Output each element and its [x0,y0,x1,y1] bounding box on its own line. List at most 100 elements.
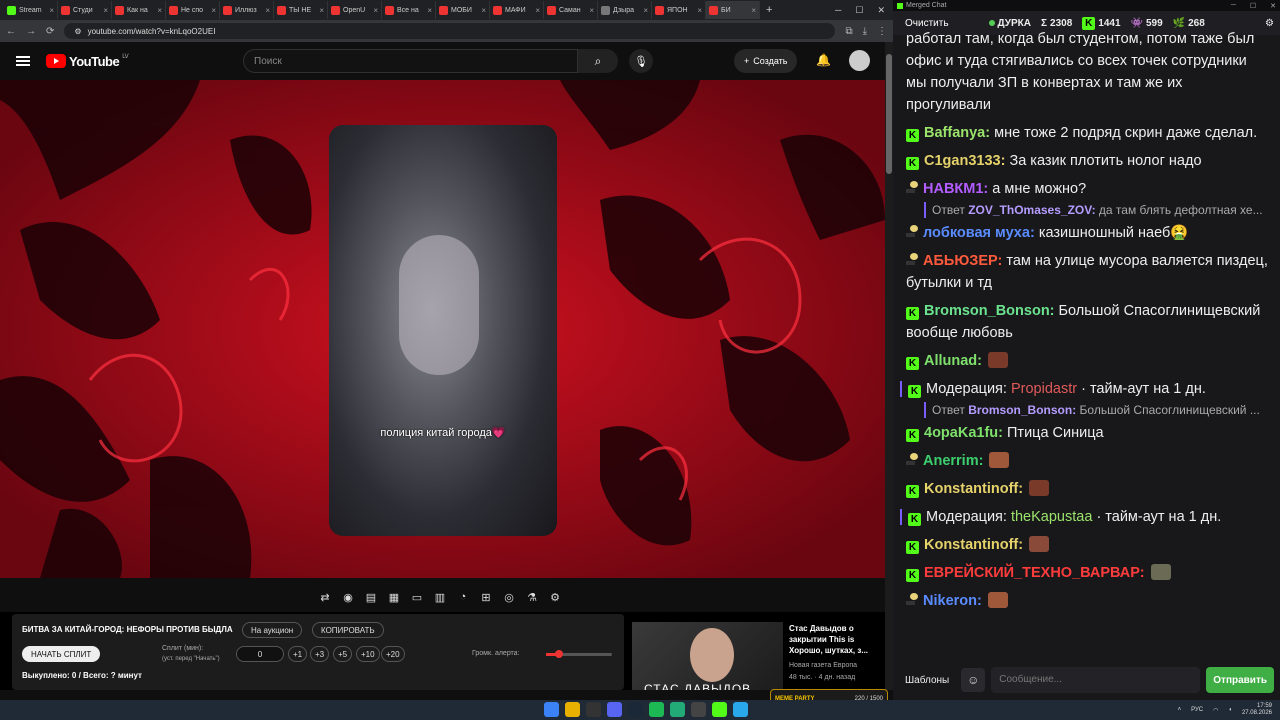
chrome-icon[interactable] [565,702,580,717]
steam-icon[interactable] [628,702,643,717]
browser-tab[interactable]: Иллюз × [220,1,274,19]
chat-nick[interactable]: лобковая муха: [923,225,1035,241]
browser-tab[interactable]: БИ × [706,1,760,19]
maximize-icon[interactable]: ☐ [855,5,863,16]
tab-close-icon[interactable]: × [211,6,216,15]
download-icon[interactable]: ⤓ [863,26,867,37]
obs-icon[interactable] [586,702,601,717]
back-icon[interactable]: ← [6,26,16,37]
start-split-button[interactable]: НАЧАТЬ СПЛИТ [22,646,101,662]
scrollbar-thumb[interactable] [886,54,892,174]
templates-button[interactable]: Шаблоны [899,671,955,690]
chat-nick[interactable]: АБЬЮЗЕР: [923,253,1002,269]
notifications-bell-icon[interactable]: 🔔 [816,53,831,67]
page-scrollbar[interactable] [885,42,893,690]
new-tab-button[interactable]: + [766,4,772,16]
language-indicator[interactable]: РУС [1191,707,1203,713]
browser-tab[interactable]: Stream × [4,1,58,19]
recommended-thumbnail[interactable]: СТАС ДАВЫДОВ [632,622,783,690]
speed-icon[interactable]: ◔ [454,591,472,603]
clock[interactable]: 17:59 27.08.2026 [1242,703,1272,717]
chat-maximize-icon[interactable]: ☐ [1250,2,1256,10]
copy-button[interactable]: КОПИРОВАТЬ [312,622,384,638]
auction-button[interactable]: На аукцион [242,622,303,638]
microphone-icon[interactable]: 🎙 [629,49,653,73]
chat-nick[interactable]: Konstantinoff: [924,481,1023,497]
loop-icon[interactable]: ⇄ [316,591,334,604]
site-info-icon[interactable]: ⚙ [74,27,81,36]
split-increment-button[interactable]: +1 [288,646,308,662]
browser-tab[interactable]: Студи × [58,1,112,19]
reload-icon[interactable]: ⟳ [46,26,54,37]
reply-nick[interactable]: ZOV_ThOmases_ZOV: [968,203,1095,217]
create-button[interactable]: + Создать [734,49,798,73]
browser-tab[interactable]: OpenU × [328,1,382,19]
reply-preview[interactable]: Ответ Bromson_Bonson: Большой Спасоглини… [924,402,1268,418]
volume-knob[interactable] [555,650,564,658]
picture-in-picture-icon[interactable]: ▭ [408,591,426,604]
split-increment-button[interactable]: +20 [381,646,405,662]
tab-close-icon[interactable]: × [373,6,378,15]
chat-nick[interactable]: Nikeron: [923,593,982,609]
chat-nick[interactable]: Konstantinoff: [924,537,1023,553]
chat-settings-icon[interactable]: ⚙ [1265,18,1274,29]
chat-message-input[interactable]: Сообщение... [991,667,1201,693]
screenshot-icon[interactable]: ◎ [500,591,518,604]
alert-volume-slider[interactable] [546,650,612,658]
tab-close-icon[interactable]: × [535,6,540,15]
video-player[interactable]: полиция китай города💗 [0,80,885,578]
stats-icon[interactable]: ▤ [362,591,380,604]
tab-close-icon[interactable]: × [157,6,162,15]
kick-icon[interactable] [712,702,727,717]
browser-tab[interactable]: МАФИ × [490,1,544,19]
chat-nick[interactable]: ЕВРЕЙСКИЙ_ТЕХНО_ВАРВАР: [924,565,1145,581]
search-input[interactable]: Поиск [243,49,578,73]
emoji-icon[interactable]: ☺ [961,668,986,692]
chat-nick[interactable]: 4opaKa1fu: [924,425,1003,441]
volume-icon[interactable]: ◖ [1228,707,1232,713]
mod-target[interactable]: Propidastr [1011,381,1077,397]
browser-tab[interactable]: ТЫ НЕ × [274,1,328,19]
tab-close-icon[interactable]: × [319,6,324,15]
split-input[interactable]: 0 [236,646,284,662]
add-clip-icon[interactable]: ⊞ [477,591,495,604]
send-button[interactable]: Отправить [1206,667,1274,693]
telegram-icon[interactable] [733,702,748,717]
start-icon[interactable] [544,702,559,717]
tab-close-icon[interactable]: × [697,6,702,15]
browser-tab[interactable]: МОБИ × [436,1,490,19]
forward-icon[interactable]: → [26,26,36,37]
extensions-icon[interactable]: ⧉ [845,26,852,37]
search-icon[interactable]: ⌕ [578,49,618,73]
audio-icon[interactable]: ◉ [339,591,357,604]
tab-close-icon[interactable]: × [751,6,756,15]
tab-close-icon[interactable]: × [481,6,486,15]
split-increment-button[interactable]: +10 [356,646,380,662]
browser-tab[interactable]: Все на × [382,1,436,19]
tab-close-icon[interactable]: × [49,6,54,15]
browser-tab[interactable]: ЯПОН × [652,1,706,19]
chat-nick[interactable]: Baffanya: [924,125,990,141]
hamburger-menu-icon[interactable] [16,56,30,66]
chat-nick[interactable]: Bromson_Bonson: [924,303,1055,319]
spotify-icon[interactable] [649,702,664,717]
discord-icon[interactable] [607,702,622,717]
split-increment-button[interactable]: +5 [333,646,353,662]
avatar[interactable] [849,50,870,71]
browser-tab[interactable]: Как на × [112,1,166,19]
minimize-icon[interactable]: ─ [835,5,841,16]
mod-target[interactable]: theKapustaa [1011,509,1092,525]
recommended-title[interactable]: Стас Давыдов о закрытии This is Хорошо, … [789,623,879,656]
browser-tab[interactable]: Не спо × [166,1,220,19]
tab-close-icon[interactable]: × [589,6,594,15]
tab-close-icon[interactable]: × [265,6,270,15]
tray-expand-icon[interactable]: ˄ [1178,707,1182,713]
wifi-icon[interactable]: ◠ [1213,707,1218,714]
app-icon-2[interactable] [691,702,706,717]
close-window-icon[interactable]: ✕ [877,5,885,16]
address-bar[interactable]: ⚙ youtube.com/watch?v=knLqoO2UEI [64,23,836,39]
chat-minimize-icon[interactable]: ─ [1231,2,1236,10]
chat-nick[interactable]: C1gan3133: [924,153,1005,169]
menu-icon[interactable]: ⋮ [877,26,887,37]
recommended-video[interactable]: СТАС ДАВЫДОВ Стас Давыдов о закрытии Thi… [632,622,885,690]
